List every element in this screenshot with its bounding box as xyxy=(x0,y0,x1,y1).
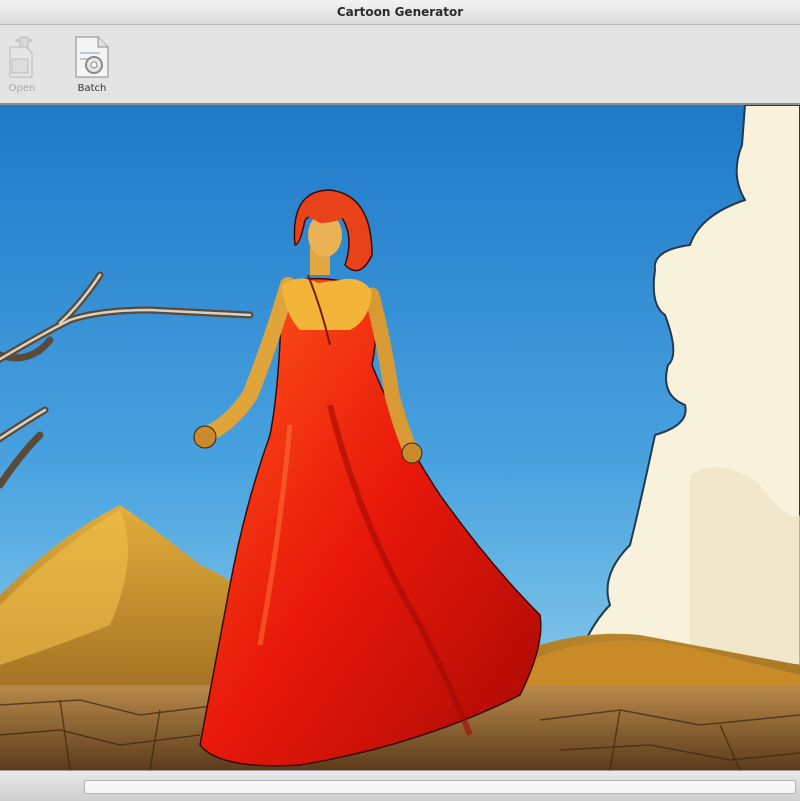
app-window: Cartoon Generator Open Batch xyxy=(0,0,800,801)
open-label: Open xyxy=(8,83,36,94)
batch-icon xyxy=(75,36,109,78)
batch-label: Batch xyxy=(77,83,107,94)
window-title: Cartoon Generator xyxy=(336,5,464,19)
status-bar xyxy=(0,770,800,801)
title-bar[interactable]: Cartoon Generator xyxy=(0,0,800,25)
open-icon xyxy=(9,36,34,78)
toolbar: Open Batch xyxy=(0,25,800,105)
horizontal-scrollbar[interactable] xyxy=(84,780,796,794)
cartoon-image xyxy=(0,105,800,770)
open-button[interactable]: Open xyxy=(0,31,52,101)
image-canvas[interactable] xyxy=(0,105,800,770)
batch-button[interactable]: Batch xyxy=(62,31,122,101)
